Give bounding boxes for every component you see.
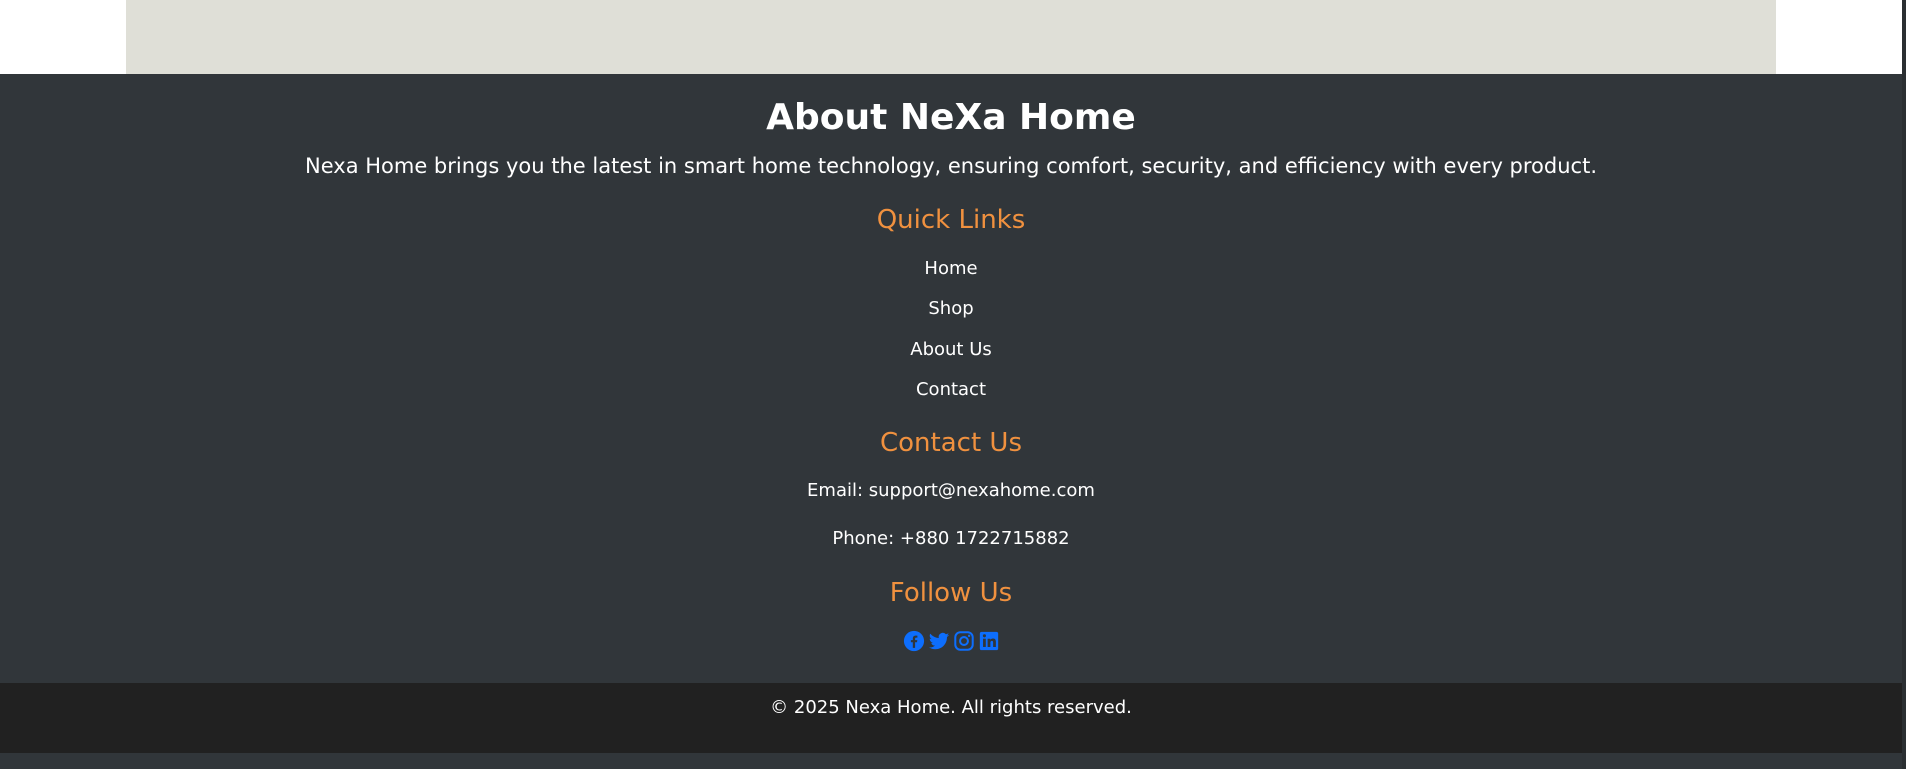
page-bottom-edge [0,753,1902,769]
footer-link-contact[interactable]: Contact [0,378,1902,402]
about-description: Nexa Home brings you the latest in smart… [305,154,1597,178]
social-links [0,630,1902,654]
footer-link-shop[interactable]: Shop [0,297,1902,321]
twitter-icon[interactable] [928,630,950,652]
contact-phone: Phone: +880 1722715882 [832,528,1070,549]
facebook-icon[interactable] [903,630,925,652]
copyright-text: © 2025 Nexa Home. All rights reserved. [770,697,1132,718]
quick-links-heading: Quick Links [876,205,1026,235]
contact-us-heading: Contact Us [880,428,1022,458]
about-title: About NeXa Home [766,97,1136,138]
content-panel-bottom-edge [126,0,1776,74]
site-footer: About NeXa Home Nexa Home brings you the… [0,74,1902,683]
window-edge [1902,0,1906,769]
footer-link-home[interactable]: Home [0,257,1902,281]
footer-link-about-us[interactable]: About Us [0,338,1902,362]
contact-email: Email: support@nexahome.com [807,480,1095,501]
follow-us-heading: Follow Us [889,578,1013,608]
page: About NeXa Home Nexa Home brings you the… [0,0,1906,769]
linkedin-icon[interactable] [978,630,1000,652]
copyright-bar: © 2025 Nexa Home. All rights reserved. [0,683,1902,753]
instagram-icon[interactable] [953,630,975,652]
